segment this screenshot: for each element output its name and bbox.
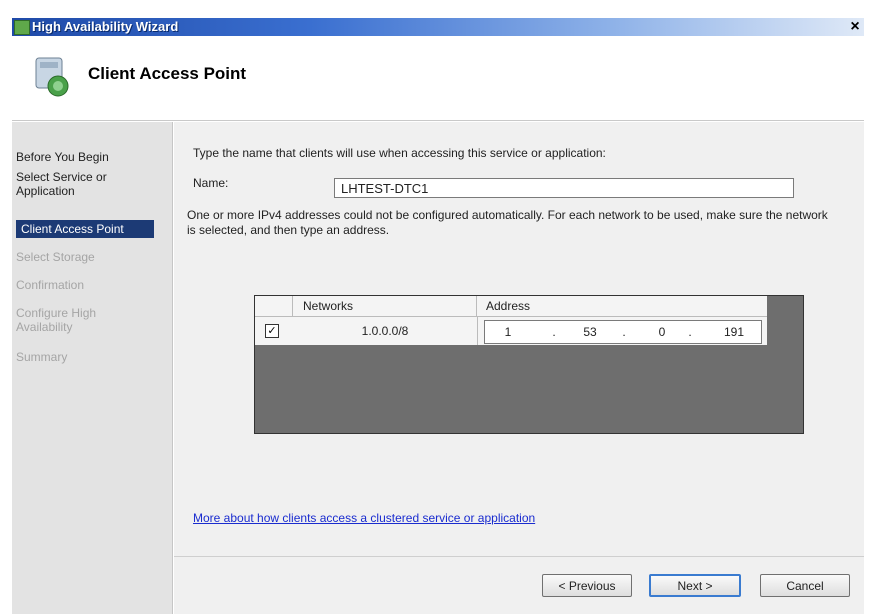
network-checkbox[interactable]: ✓ — [265, 324, 279, 338]
ip-octet-1[interactable]: 1 — [493, 321, 523, 343]
grid-header: Networks Address — [255, 296, 767, 317]
ip-dot: . — [552, 325, 556, 339]
title-bar: High Availability Wizard × — [0, 0, 872, 36]
previous-button[interactable]: < Previous — [542, 574, 632, 597]
table-row: ✓ 1.0.0.0/8 1 . 53 . 0 . 191 — [255, 317, 767, 345]
step-before-you-begin[interactable]: Before You Begin — [16, 150, 109, 164]
ip-octet-4[interactable]: 191 — [719, 321, 749, 343]
step-confirmation: Confirmation — [16, 278, 85, 292]
ipv4-note: One or more IPv4 addresses could not be … — [187, 208, 828, 237]
main-panel: Type the name that clients will use when… — [174, 122, 864, 614]
client-access-point-icon — [35, 57, 69, 97]
step-select-storage: Select Storage — [16, 250, 95, 264]
wizard-steps-sidebar: Before You Begin Select Service or Appli… — [12, 122, 173, 614]
page-title: Client Access Point — [88, 64, 247, 83]
cancel-button[interactable]: Cancel — [760, 574, 850, 597]
step-client-access-point[interactable]: Client Access Point — [16, 220, 154, 238]
checkbox-column-header — [255, 296, 293, 316]
cluster-app-icon — [14, 20, 30, 35]
step-configure-high-availability: Configure High Availability — [16, 306, 97, 334]
name-input[interactable]: LHTEST-DTC1 — [334, 178, 794, 198]
network-cell: 1.0.0.0/8 — [293, 317, 478, 345]
step-summary: Summary — [16, 350, 68, 364]
ip-octet-3[interactable]: 0 — [647, 321, 677, 343]
help-link[interactable]: More about how clients access a clustere… — [193, 511, 535, 525]
ip-dot: . — [622, 325, 626, 339]
next-button[interactable]: Next > — [649, 574, 741, 597]
ip-octet-2[interactable]: 53 — [575, 321, 605, 343]
ip-address-field[interactable]: 1 . 53 . 0 . 191 — [484, 320, 762, 344]
window-title: High Availability Wizard — [32, 19, 179, 34]
close-icon[interactable]: × — [846, 18, 864, 36]
networks-column-header[interactable]: Networks — [293, 296, 477, 316]
networks-grid: Networks Address ✓ 1.0.0.0/8 1 . 53 . 0 … — [254, 295, 804, 434]
address-column-header[interactable]: Address — [478, 296, 767, 316]
name-label: Name: — [193, 176, 229, 190]
wizard-header: Client Access Point — [12, 36, 864, 121]
ip-dot: . — [688, 325, 692, 339]
footer-divider — [174, 556, 864, 557]
step-select-service[interactable]: Select Service or Application — [16, 170, 146, 198]
instruction-text: Type the name that clients will use when… — [193, 146, 606, 160]
